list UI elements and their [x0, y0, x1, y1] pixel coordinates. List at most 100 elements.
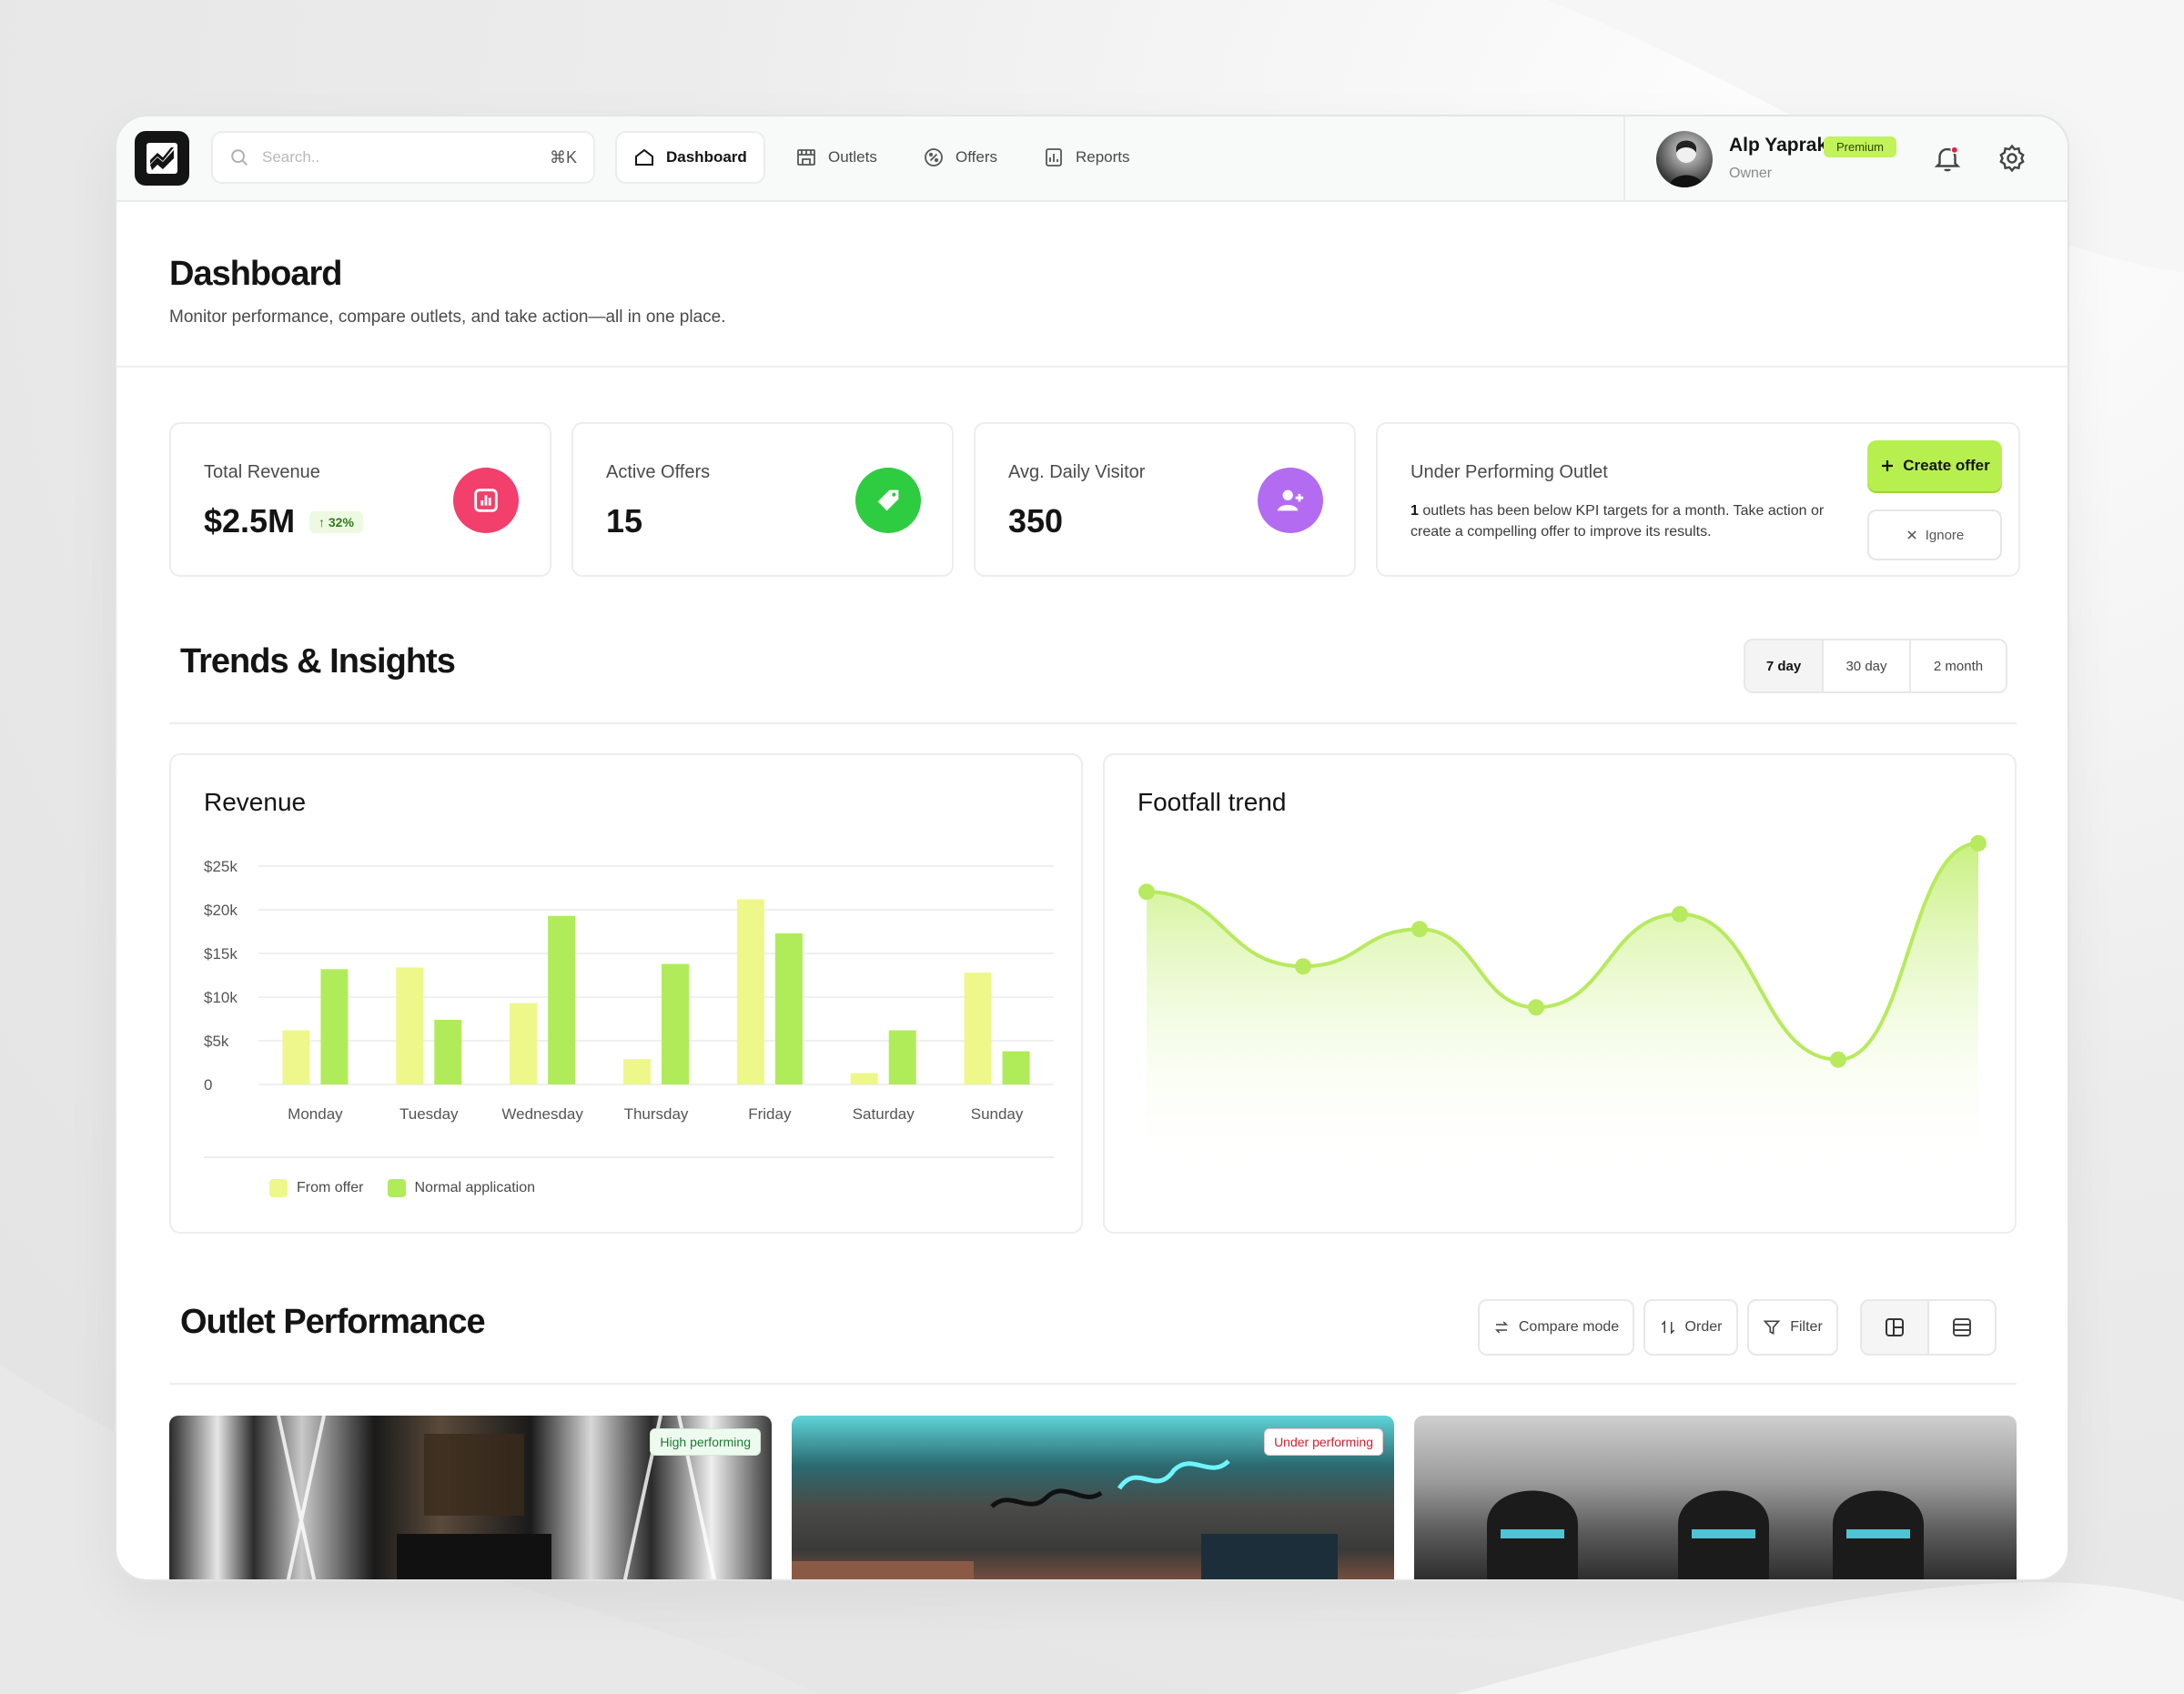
tab-reports[interactable]: Reports	[1026, 131, 1147, 184]
under-title: Under Performing Outlet	[1410, 462, 1608, 482]
bar-from-offer-friday[interactable]	[736, 899, 764, 1084]
bar-from-offer-saturday[interactable]	[850, 1073, 878, 1084]
revenue-chart: $25k $20k $15k $10k $5k 0 Monday Tuesday Wednesd…	[204, 858, 1054, 1158]
ignore-label: Ignore	[1925, 527, 1965, 543]
tab-offers[interactable]: Offers	[906, 131, 1014, 184]
user-plus-icon	[1277, 489, 1304, 511]
bar-normal-saturday[interactable]	[888, 1030, 916, 1084]
bar-from-offer-sunday[interactable]	[964, 973, 992, 1084]
bar-from-offer-tuesday[interactable]	[396, 967, 424, 1084]
outlet-card-image[interactable]: High performing	[169, 1416, 772, 1579]
bar-normal-friday[interactable]	[774, 933, 803, 1084]
page-subtitle: Monitor performance, compare outlets, an…	[169, 308, 726, 327]
range-30-day[interactable]: 30 day	[1824, 640, 1911, 691]
footfall-point[interactable]	[1295, 958, 1311, 975]
x-tick-label: Thursday	[624, 1105, 689, 1123]
x-tick-label: Tuesday	[399, 1105, 459, 1123]
order-button[interactable]: Order	[1643, 1299, 1738, 1356]
tab-label: Outlets	[828, 148, 877, 166]
kpi-card-revenue: Total Revenue $2.5M ↑ 32%	[169, 422, 551, 577]
sort-arrows-icon	[1661, 1320, 1674, 1335]
gym-arches-illustration	[1487, 1490, 1924, 1579]
bar-from-offer-monday[interactable]	[282, 1030, 310, 1084]
ignore-button[interactable]: Ignore	[1867, 509, 2002, 560]
app-logo[interactable]	[135, 131, 189, 186]
bar-normal-sunday[interactable]	[1002, 1051, 1030, 1084]
under-performing-card: Under Performing Outlet 1 outlets has be…	[1376, 422, 2020, 577]
bar-from-offer-wednesday[interactable]	[510, 1003, 538, 1084]
notifications-button[interactable]	[1929, 140, 1966, 176]
footfall-point[interactable]	[1528, 999, 1544, 1016]
tab-dashboard[interactable]: Dashboard	[615, 131, 765, 184]
y-tick-label: 0	[204, 1076, 212, 1094]
change-value: 32%	[328, 515, 354, 529]
legend-item-from-offer[interactable]: From offer	[269, 1179, 364, 1197]
filter-funnel-icon	[1763, 1320, 1781, 1336]
tab-outlets[interactable]: Outlets	[779, 131, 894, 184]
search-shortcut: ⌘K	[549, 147, 577, 166]
revenue-chart-card: Revenue $25k $20k $15k $10k $5k 0 Monday Tuesda…	[169, 753, 1083, 1234]
create-offer-button[interactable]: Create offer	[1867, 440, 2002, 491]
footfall-point[interactable]	[1672, 905, 1688, 923]
y-tick-label: $15k	[204, 945, 238, 963]
x-tick-label: Wednesday	[501, 1105, 583, 1123]
under-description: 1 outlets has been below KPI targets for…	[1410, 500, 1847, 542]
tab-label: Reports	[1076, 148, 1130, 166]
bar-normal-tuesday[interactable]	[434, 1019, 462, 1084]
settings-button[interactable]	[1994, 140, 2030, 176]
kpi-icon-badge	[855, 468, 921, 533]
legend-swatch	[269, 1179, 288, 1197]
kpi-card-offers: Active Offers 15	[571, 422, 954, 577]
kpi-label: Total Revenue	[204, 462, 320, 482]
footfall-point[interactable]	[1830, 1051, 1846, 1068]
bar-chart-icon	[474, 489, 498, 512]
kpi-card-visitors: Avg. Daily Visitor 350	[974, 422, 1356, 577]
footfall-point[interactable]	[1411, 921, 1428, 938]
footfall-area	[1147, 842, 1978, 1174]
compare-mode-button[interactable]: Compare mode	[1478, 1299, 1634, 1356]
plus-icon	[1882, 460, 1894, 471]
range-2-month[interactable]: 2 month	[1911, 640, 2006, 691]
legend-item-normal[interactable]: Normal application	[387, 1179, 535, 1197]
create-offer-label: Create offer	[1903, 457, 1990, 474]
y-tick-label: $25k	[204, 858, 238, 875]
search-box[interactable]: ⌘K	[211, 131, 595, 184]
search-input[interactable]	[262, 148, 550, 166]
avatar[interactable]	[1656, 131, 1713, 187]
footfall-point[interactable]	[1138, 883, 1155, 901]
footfall-point[interactable]	[1970, 834, 1987, 852]
premium-badge: Premium	[1824, 136, 1897, 157]
tag-icon	[877, 489, 899, 511]
app-window: ⌘K Dashboard Outlets Offers Reports Alp …	[115, 115, 2069, 1581]
range-7-day[interactable]: 7 day	[1745, 640, 1824, 691]
bar-normal-thursday[interactable]	[662, 963, 689, 1084]
filter-button[interactable]: Filter	[1747, 1299, 1838, 1356]
x-tick-label: Friday	[748, 1105, 792, 1123]
home-icon	[635, 148, 653, 166]
logo-mark-icon	[147, 143, 177, 174]
range-selector: 7 day 30 day 2 month	[1744, 639, 2007, 693]
trends-title: Trends & Insights	[180, 642, 456, 681]
bar-normal-wednesday[interactable]	[548, 915, 576, 1084]
footfall-chart	[1138, 834, 1987, 1174]
outlet-card-image[interactable]	[1414, 1416, 2017, 1579]
outlet-performance-title: Outlet Performance	[180, 1303, 486, 1341]
user-role: Owner	[1729, 166, 1773, 181]
grid-view-button[interactable]	[1860, 1299, 1929, 1356]
grid-layout-icon	[1886, 1318, 1904, 1336]
tab-label: Offers	[956, 148, 997, 166]
chart-legend: From offer Normal application	[269, 1179, 535, 1197]
x-tick-label: Monday	[288, 1105, 343, 1123]
kpi-label: Active Offers	[606, 462, 711, 482]
tool-label: Order	[1684, 1319, 1723, 1335]
kpi-value: $2.5M	[204, 502, 296, 539]
building-icon	[797, 149, 815, 166]
x-tick-label: Sunday	[971, 1105, 1024, 1123]
bar-from-offer-thursday[interactable]	[623, 1059, 651, 1084]
divider	[169, 722, 2017, 724]
outlet-card-image[interactable]: Under performing	[792, 1416, 1394, 1579]
top-navigation-bar: ⌘K Dashboard Outlets Offers Reports Alp …	[116, 116, 2068, 202]
list-layout-icon	[1953, 1318, 1971, 1336]
list-view-button[interactable]	[1927, 1299, 1997, 1356]
bar-normal-monday[interactable]	[320, 969, 349, 1084]
